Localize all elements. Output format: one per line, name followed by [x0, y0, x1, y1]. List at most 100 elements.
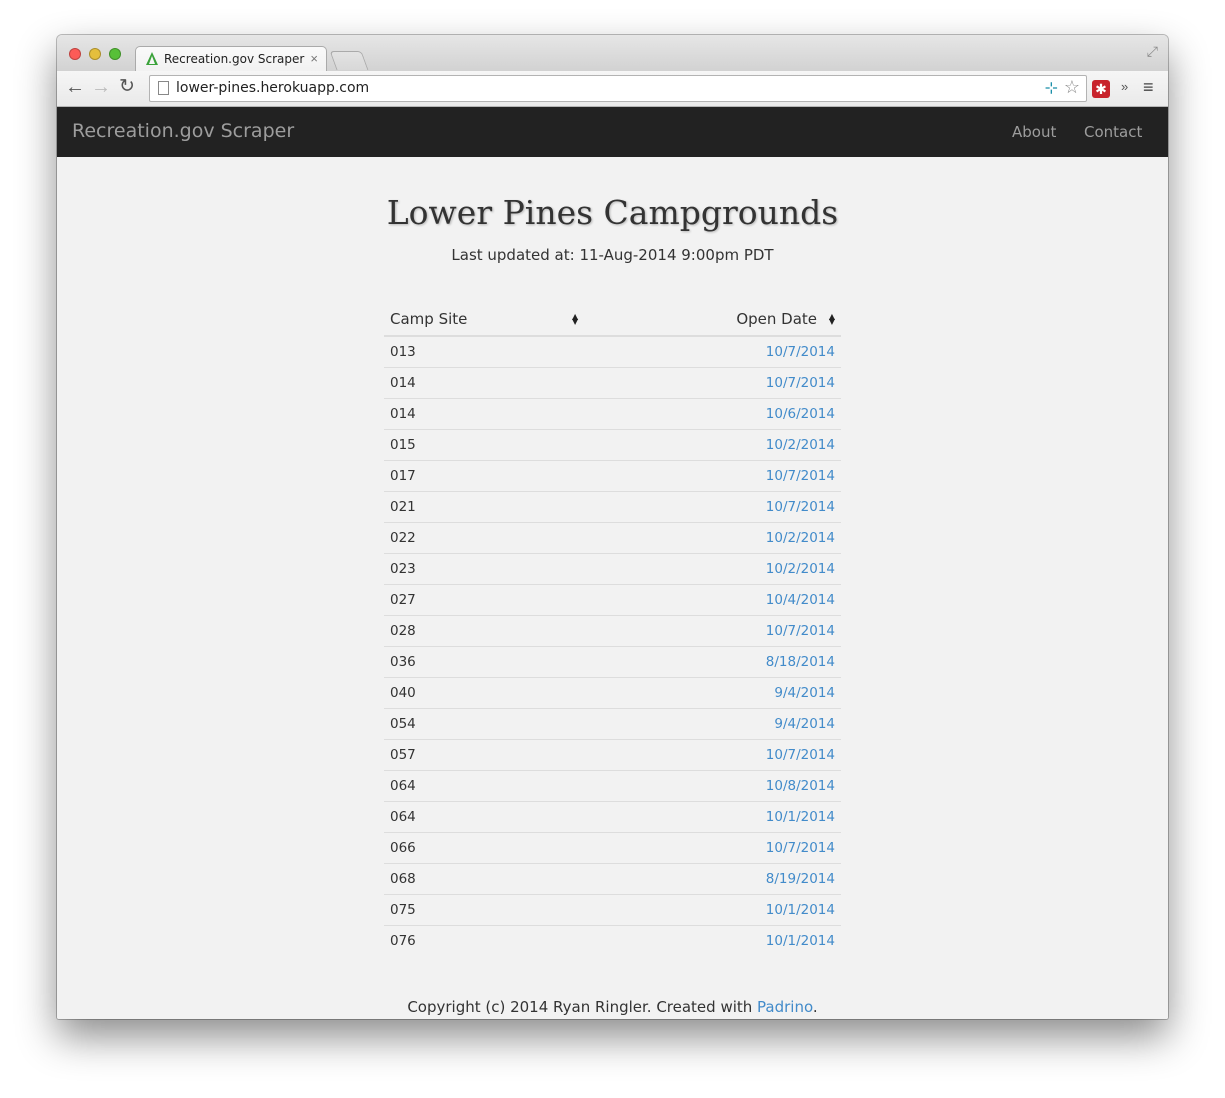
chevron-right-icon[interactable]: » — [1121, 79, 1128, 94]
sort-icon[interactable]: ▲ ▼ — [829, 313, 835, 326]
menu-icon[interactable]: ≡ — [1143, 77, 1154, 98]
padrino-link[interactable]: Padrino — [757, 998, 813, 1016]
page-content: Lower Pines Campgrounds Last updated at:… — [57, 157, 1168, 1019]
open-date-link[interactable]: 10/7/2014 — [588, 336, 841, 368]
table-row: 015 10/2/2014 — [384, 429, 841, 461]
nav-about-link[interactable]: About — [1012, 123, 1056, 141]
open-date-link[interactable]: 10/1/2014 — [588, 801, 841, 833]
open-date-link[interactable]: 8/18/2014 — [588, 646, 841, 678]
camp-site-cell: 075 — [384, 894, 589, 926]
camp-site-cell: 027 — [384, 584, 589, 616]
open-date-link[interactable]: 10/7/2014 — [588, 615, 841, 647]
open-date-link[interactable]: 10/1/2014 — [588, 894, 841, 926]
table-row: 028 10/7/2014 — [384, 615, 841, 647]
open-date-link[interactable]: 8/19/2014 — [588, 863, 841, 895]
nav-contact-link[interactable]: Contact — [1084, 123, 1142, 141]
camp-site-cell: 022 — [384, 522, 589, 554]
open-date-link[interactable]: 10/4/2014 — [588, 584, 841, 616]
open-date-link[interactable]: 10/8/2014 — [588, 770, 841, 802]
table-header-row: Camp Site ▲ ▼ Open Date ▲ ▼ — [384, 302, 841, 337]
table-row: 013 10/7/2014 — [384, 336, 841, 368]
site-navbar: Recreation.gov Scraper About Contact — [57, 107, 1168, 157]
open-date-link[interactable]: 9/4/2014 — [588, 677, 841, 709]
open-date-link[interactable]: 10/2/2014 — [588, 429, 841, 461]
camp-site-cell: 068 — [384, 863, 589, 895]
browser-window: Recreation.gov Scraper × ⤢ ← → ↻ lower-p… — [57, 35, 1168, 1019]
table-row: 014 10/7/2014 — [384, 367, 841, 399]
open-date-link[interactable]: 10/6/2014 — [588, 398, 841, 430]
reload-icon[interactable]: ↻ — [119, 76, 135, 98]
open-date-link[interactable]: 10/7/2014 — [588, 367, 841, 399]
camp-site-cell: 036 — [384, 646, 589, 678]
brand-link[interactable]: Recreation.gov Scraper — [72, 120, 294, 142]
table-row: 068 8/19/2014 — [384, 863, 841, 895]
camp-site-cell: 064 — [384, 801, 589, 833]
back-icon[interactable]: ← — [65, 76, 85, 98]
camp-site-cell: 040 — [384, 677, 589, 709]
open-date-link[interactable]: 10/2/2014 — [588, 522, 841, 554]
window-minimize-button[interactable] — [89, 48, 101, 60]
table-row: 075 10/1/2014 — [384, 894, 841, 926]
table-row: 014 10/6/2014 — [384, 398, 841, 430]
extension-icon[interactable]: ⊹ — [1045, 78, 1058, 98]
window-close-button[interactable] — [69, 48, 81, 60]
table-row: 022 10/2/2014 — [384, 522, 841, 554]
url-text[interactable]: lower-pines.herokuapp.com — [176, 80, 369, 96]
table-row: 066 10/7/2014 — [384, 832, 841, 864]
table-row: 064 10/1/2014 — [384, 801, 841, 833]
camp-site-cell: 076 — [390, 933, 416, 949]
table-row: 023 10/2/2014 — [384, 553, 841, 585]
camp-site-cell: 017 — [384, 460, 589, 492]
column-header-camp-site[interactable]: Camp Site ▲ ▼ — [384, 302, 589, 337]
table-row: 057 10/7/2014 — [384, 739, 841, 771]
open-date-link[interactable]: 10/7/2014 — [588, 832, 841, 864]
camp-site-cell: 057 — [384, 739, 589, 771]
sort-icon[interactable]: ▲ ▼ — [572, 313, 578, 326]
table-row: 076 10/1/2014 — [384, 926, 841, 957]
table-row: 021 10/7/2014 — [384, 491, 841, 523]
window-maximize-button[interactable] — [109, 48, 121, 60]
table-row: 036 8/18/2014 — [384, 646, 841, 678]
new-tab-button[interactable] — [329, 51, 369, 70]
address-bar[interactable]: lower-pines.herokuapp.com ⊹ ☆ — [149, 75, 1087, 102]
footer: Copyright (c) 2014 Ryan Ringler. Created… — [57, 998, 1168, 1016]
browser-tab[interactable]: Recreation.gov Scraper × — [135, 46, 327, 72]
table-row: 054 9/4/2014 — [384, 708, 841, 740]
table-row: 017 10/7/2014 — [384, 460, 841, 492]
campsite-table: Camp Site ▲ ▼ Open Date ▲ ▼ 013 10/7/2014 01… — [384, 302, 841, 956]
open-date-link[interactable]: 10/7/2014 — [588, 491, 841, 523]
camp-site-cell: 021 — [384, 491, 589, 523]
camp-site-cell: 064 — [384, 770, 589, 802]
open-date-link[interactable]: 10/2/2014 — [588, 553, 841, 585]
tab-close-icon[interactable]: × — [310, 51, 318, 66]
camp-site-cell: 013 — [384, 336, 589, 368]
open-date-link[interactable]: 10/1/2014 — [588, 926, 841, 957]
camp-site-cell: 028 — [384, 615, 589, 647]
open-date-link[interactable]: 10/7/2014 — [588, 460, 841, 492]
camp-site-cell: 015 — [384, 429, 589, 461]
camp-site-cell: 054 — [384, 708, 589, 740]
table-row: 027 10/4/2014 — [384, 584, 841, 616]
open-date-link[interactable]: 9/4/2014 — [588, 708, 841, 740]
page-title: Lower Pines Campgrounds — [386, 193, 839, 232]
open-date-link[interactable]: 10/7/2014 — [588, 739, 841, 771]
table-row: 040 9/4/2014 — [384, 677, 841, 709]
bookmark-star-icon[interactable]: ☆ — [1064, 77, 1080, 98]
camp-site-cell: 023 — [384, 553, 589, 585]
footer-suffix: . — [812, 998, 818, 1016]
column-header-label: Open Date — [736, 309, 817, 328]
fullscreen-icon[interactable]: ⤢ — [1147, 43, 1158, 60]
forward-icon[interactable]: → — [91, 76, 111, 98]
camp-site-cell: 066 — [384, 832, 589, 864]
column-header-label: Camp Site — [390, 309, 468, 328]
lastpass-icon[interactable]: ✱ — [1092, 80, 1110, 98]
footer-copyright: Copyright (c) 2014 Ryan Ringler. Created… — [407, 998, 758, 1016]
tab-strip: Recreation.gov Scraper × ⤢ — [57, 35, 1168, 72]
table-body: 013 10/7/2014 014 10/7/2014 014 10/6/2014 015 1… — [384, 336, 841, 956]
table-row: 064 10/8/2014 — [384, 770, 841, 802]
last-updated-text: Last updated at: 11-Aug-2014 9:00pm PDT — [451, 246, 774, 264]
tab-title: Recreation.gov Scraper — [164, 52, 305, 66]
column-header-open-date[interactable]: Open Date ▲ ▼ — [588, 302, 841, 337]
browser-toolbar: ← → ↻ lower-pines.herokuapp.com ⊹ ☆ ✱ » … — [57, 71, 1168, 107]
favicon-icon — [146, 52, 158, 65]
